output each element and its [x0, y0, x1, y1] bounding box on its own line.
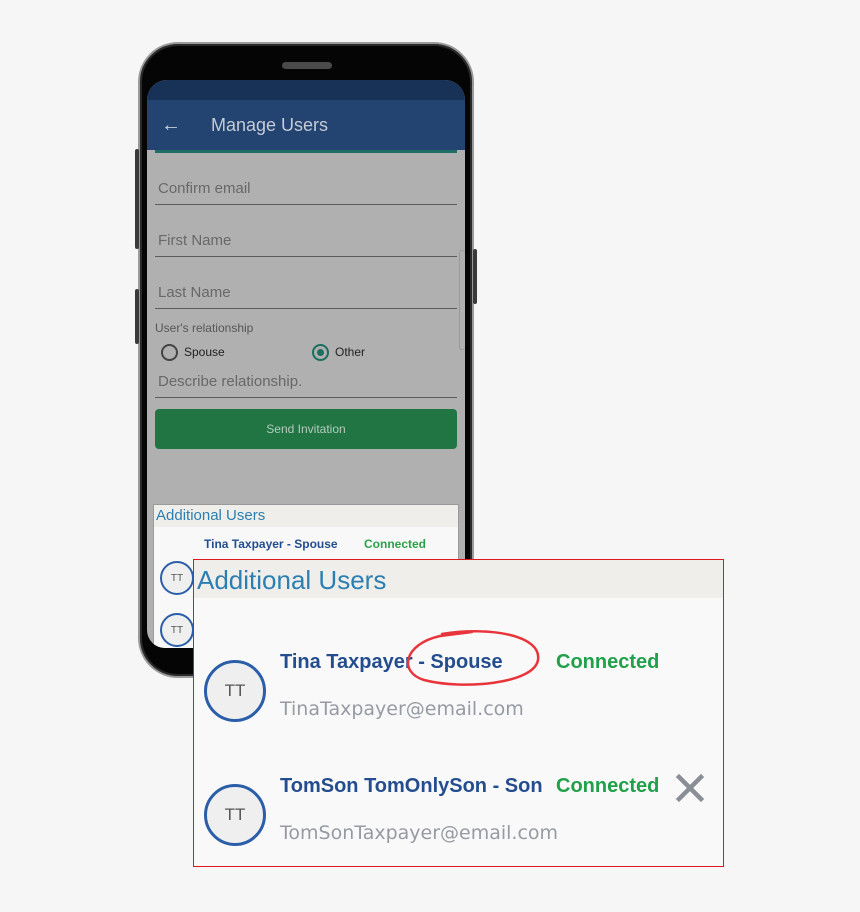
- send-invitation-button[interactable]: Send Invitation: [155, 409, 457, 449]
- relationship-label: User's relationship: [155, 321, 254, 335]
- status-badge: Connected: [556, 775, 660, 797]
- scroll-indicator[interactable]: [459, 250, 465, 350]
- user-name: Tina Taxpayer - Spouse: [280, 651, 503, 673]
- page-title: Manage Users: [211, 114, 329, 135]
- zoomed-additional-users-callout: Additional Users TT Tina Taxpayer - Spou…: [193, 559, 724, 867]
- radio-spouse-label: Spouse: [184, 345, 225, 359]
- confirm-email-field[interactable]: Confirm email: [155, 153, 457, 205]
- describe-relationship-placeholder: Describe relationship.: [158, 373, 303, 390]
- describe-relationship-field[interactable]: Describe relationship.: [155, 363, 457, 398]
- first-name-field[interactable]: First Name: [155, 205, 457, 257]
- app-bar: ← Manage Users: [147, 100, 465, 150]
- user-list-item[interactable]: TT Tina Taxpayer - Spouse Connected Tina…: [194, 648, 723, 758]
- radio-spouse[interactable]: Spouse: [155, 343, 306, 361]
- phone-power-button: [473, 249, 477, 304]
- phone-side-button: [135, 289, 139, 344]
- radio-other-label: Other: [335, 345, 366, 359]
- radio-unchecked-icon: [161, 343, 178, 361]
- arrow-left-icon[interactable]: ←: [147, 114, 195, 137]
- avatar: TT: [204, 784, 266, 846]
- last-name-field[interactable]: Last Name: [155, 257, 457, 309]
- user-list-item[interactable]: TT TomSon TomOnlySon - Son Connected Tom…: [194, 772, 723, 882]
- status-badge: Connected: [364, 537, 427, 551]
- user-name: TomSon TomOnlySon - Son: [280, 775, 543, 797]
- first-name-placeholder: First Name: [158, 232, 232, 249]
- phone-side-button: [135, 149, 139, 249]
- avatar: TT: [160, 613, 194, 647]
- user-name: Tina Taxpayer - Spouse: [204, 537, 338, 551]
- additional-users-heading: Additional Users: [194, 560, 723, 598]
- additional-users-heading: Additional Users: [154, 505, 458, 527]
- relationship-radio-group: Spouse Other: [155, 341, 457, 363]
- user-email: TomSonTaxpayer@email.com: [280, 822, 559, 844]
- radio-other[interactable]: Other: [306, 343, 457, 361]
- radio-checked-icon: [312, 343, 329, 361]
- status-bar: [147, 80, 465, 100]
- user-email: TinaTaxpayer@email.com: [280, 698, 524, 720]
- phone-speaker: [282, 62, 332, 69]
- avatar: TT: [160, 561, 194, 595]
- close-icon[interactable]: [674, 772, 706, 804]
- last-name-placeholder: Last Name: [158, 284, 231, 301]
- invite-form: Confirm email First Name Last Name User'…: [147, 153, 465, 449]
- stage: ← Manage Users Confirm email First Name …: [0, 0, 860, 912]
- status-badge: Connected: [556, 651, 660, 673]
- avatar: TT: [204, 660, 266, 722]
- confirm-email-placeholder: Confirm email: [158, 180, 251, 197]
